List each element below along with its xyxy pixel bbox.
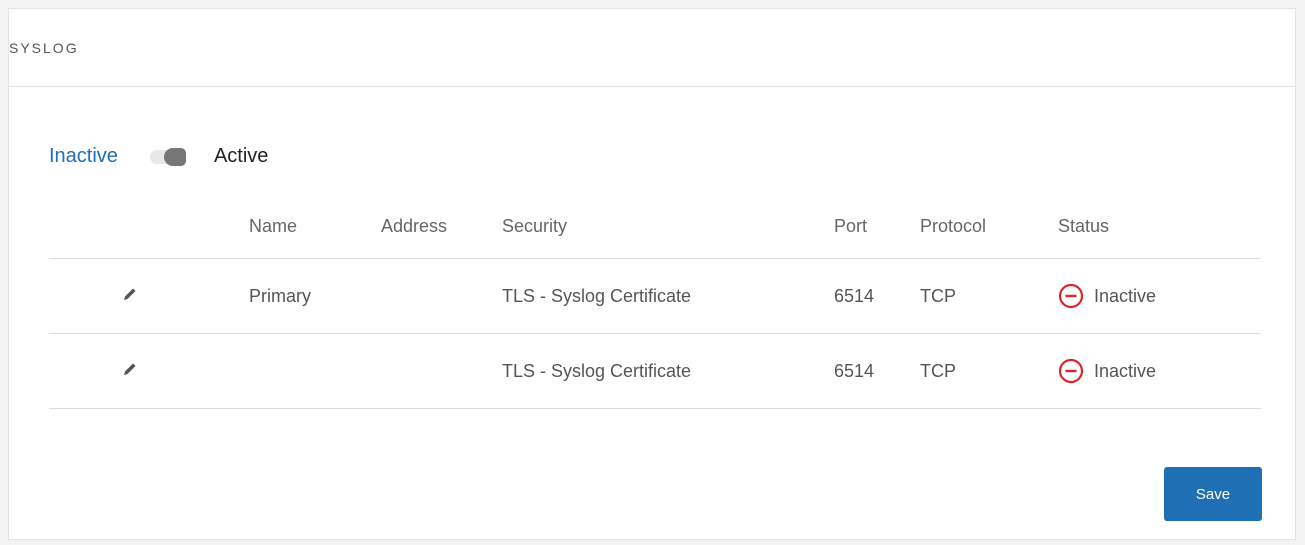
section-title: SYSLOG (9, 39, 79, 56)
column-header-address: Address (380, 194, 501, 259)
row-name (248, 333, 380, 409)
minus-circle-icon (1058, 358, 1084, 384)
column-header-status: Status (1057, 194, 1261, 259)
column-header-security: Security (501, 194, 833, 259)
toggle-knob[interactable] (163, 147, 186, 166)
row-port: 6514 (833, 333, 919, 409)
row-status-cell: Inactive (1057, 333, 1261, 409)
column-header-protocol: Protocol (919, 194, 1057, 259)
toggle-inactive-label: Inactive (49, 145, 118, 167)
status-indicator: Inactive (1058, 358, 1260, 384)
column-header-port: Port (833, 194, 919, 259)
row-port: 6514 (833, 258, 919, 334)
table-row: Primary TLS - Syslog Certificate 6514 TC… (49, 258, 1261, 334)
status-indicator: Inactive (1058, 283, 1260, 309)
row-security: TLS - Syslog Certificate (501, 333, 833, 409)
panel-header: SYSLOG (9, 9, 1295, 87)
edit-cell (49, 258, 248, 334)
column-header-name: Name (248, 194, 380, 259)
toggle-active-label: Active (213, 145, 269, 167)
syslog-panel: SYSLOG Inactive Active Name Address Secu… (8, 8, 1296, 540)
syslog-servers-table: Name Address Security Port Protocol Stat… (49, 194, 1261, 409)
row-protocol: TCP (919, 333, 1057, 409)
row-name: Primary (248, 258, 380, 334)
active-toggle-switch[interactable] (144, 146, 188, 168)
row-address (380, 333, 501, 409)
active-toggle-row: Inactive Active (49, 145, 268, 168)
table-row: TLS - Syslog Certificate 6514 TCP Inacti… (49, 333, 1261, 409)
save-button[interactable]: Save (1164, 467, 1262, 521)
edit-cell (49, 333, 248, 409)
table-header-row: Name Address Security Port Protocol Stat… (49, 194, 1261, 259)
row-status-cell: Inactive (1057, 258, 1261, 334)
row-status: Inactive (1094, 285, 1157, 306)
column-header-edit (49, 194, 248, 259)
pencil-icon[interactable] (121, 360, 139, 378)
row-status: Inactive (1094, 360, 1157, 381)
row-address (380, 258, 501, 334)
row-protocol: TCP (919, 258, 1057, 334)
minus-circle-icon (1058, 283, 1084, 309)
row-security: TLS - Syslog Certificate (501, 258, 833, 334)
pencil-icon[interactable] (121, 285, 139, 303)
